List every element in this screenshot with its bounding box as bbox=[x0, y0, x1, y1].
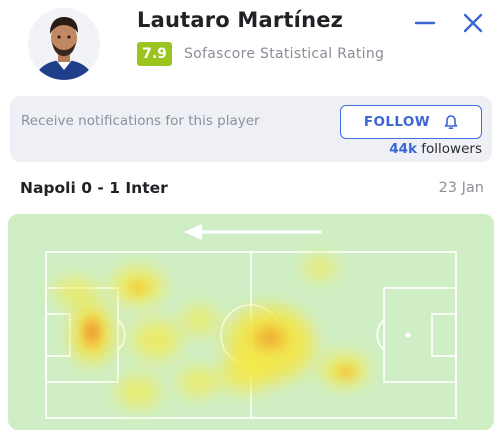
arrow-left-icon bbox=[184, 224, 322, 240]
minimize-button[interactable] bbox=[412, 10, 438, 36]
followers-label: followers bbox=[421, 141, 482, 157]
bell-icon bbox=[444, 115, 458, 129]
player-portrait-icon bbox=[28, 8, 100, 80]
notification-text: Receive notifications for this player bbox=[21, 113, 260, 129]
rating-row: 7.9 Sofascore Statistical Rating bbox=[137, 42, 384, 66]
notification-card: Receive notifications for this player FO… bbox=[10, 96, 492, 162]
followers-info: 44k followers bbox=[389, 141, 482, 157]
match-title: Napoli 0 - 1 Inter bbox=[20, 179, 168, 197]
player-header: Lautaro Martínez 7.9 Sofascore Statistic… bbox=[0, 0, 500, 88]
close-icon bbox=[463, 13, 483, 33]
heatmap-pitch bbox=[45, 224, 457, 419]
heatmap-card bbox=[8, 214, 494, 430]
followers-count: 44k bbox=[389, 141, 417, 157]
follow-label: FOLLOW bbox=[363, 114, 431, 130]
rating-badge: 7.9 bbox=[137, 42, 172, 66]
close-button[interactable] bbox=[460, 10, 486, 36]
match-date: 23 Jan bbox=[438, 180, 484, 196]
right-penalty-spot bbox=[405, 332, 411, 338]
minus-icon bbox=[414, 21, 436, 25]
follow-button[interactable]: FOLLOW bbox=[340, 105, 482, 139]
rating-label: Sofascore Statistical Rating bbox=[184, 46, 385, 62]
player-avatar bbox=[28, 8, 100, 80]
player-name: Lautaro Martínez bbox=[137, 8, 344, 32]
